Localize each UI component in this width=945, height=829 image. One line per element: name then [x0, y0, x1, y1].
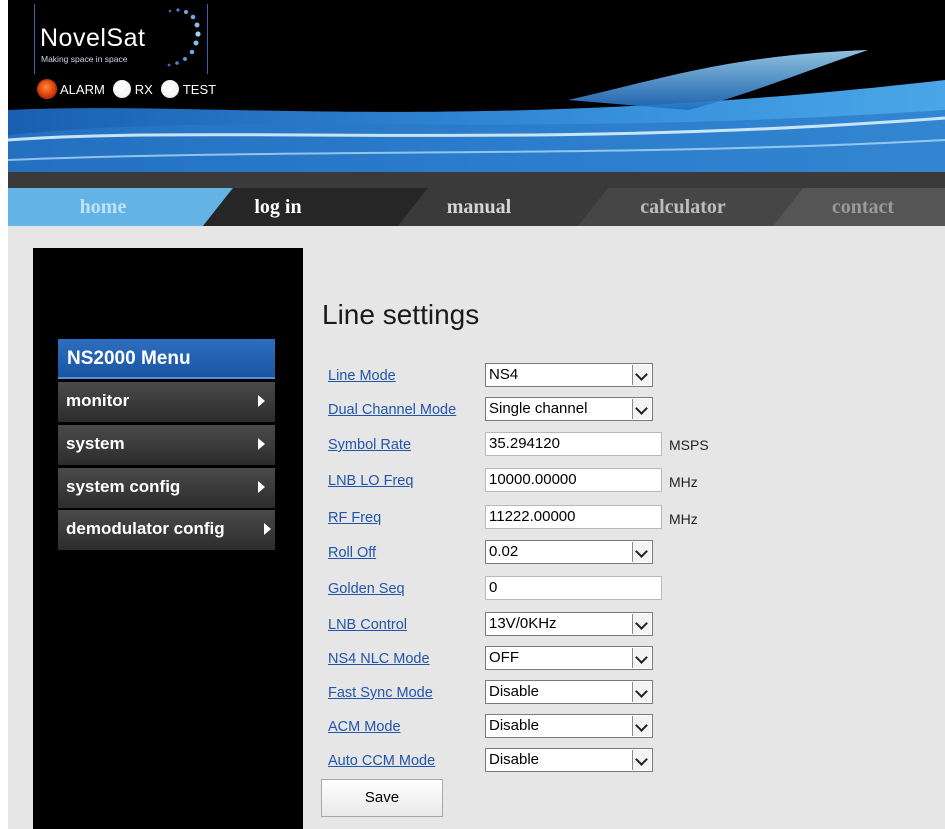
unit-symbol-rate: MSPS — [669, 437, 709, 453]
unit-lnb-lo-freq: MHz — [669, 474, 698, 490]
input-value: 11222.00000 — [489, 508, 576, 525]
menu-item-system-config[interactable]: system config — [58, 468, 275, 508]
label-rf-freq[interactable]: RF Freq — [328, 510, 381, 526]
menu-item-label: system config — [66, 477, 181, 496]
alarm-label: ALARM — [60, 81, 105, 97]
label-golden-seq[interactable]: Golden Seq — [328, 581, 405, 597]
menu-item-demodulator-config[interactable]: demodulator config — [58, 510, 275, 550]
select-auto-ccm-mode[interactable]: Disable — [485, 748, 653, 772]
chevron-down-icon — [632, 648, 651, 668]
input-value: 0 — [489, 579, 498, 596]
select-value: 0.02 — [489, 543, 519, 560]
nav-home[interactable]: home — [28, 188, 178, 226]
label-ns4-nlc-mode[interactable]: NS4 NLC Mode — [328, 651, 430, 667]
save-button[interactable]: Save — [321, 779, 443, 817]
chevron-down-icon — [632, 614, 651, 634]
logo-dots-icon — [167, 8, 201, 67]
rx-label: RX — [134, 81, 153, 97]
label-lnb-control[interactable]: LNB Control — [328, 617, 407, 633]
chevron-down-icon — [632, 682, 651, 702]
select-acm-mode[interactable]: Disable — [485, 714, 653, 738]
sidebar: NS2000 Menu monitor system system config… — [33, 248, 303, 829]
menu-item-system[interactable]: system — [58, 425, 275, 465]
select-value: Disable — [489, 717, 540, 734]
nav-manual[interactable]: manual — [408, 188, 550, 226]
test-led-icon — [160, 80, 179, 98]
alarm-led-icon — [38, 80, 56, 98]
input-symbol-rate[interactable]: 35.294120 — [485, 432, 662, 456]
label-symbol-rate[interactable]: Symbol Rate — [328, 437, 411, 453]
label-auto-ccm-mode[interactable]: Auto CCM Mode — [328, 753, 435, 769]
select-dual-channel-mode[interactable]: Single channel — [485, 397, 653, 421]
menu-item-label: demodulator config — [66, 519, 225, 538]
input-golden-seq[interactable]: 0 — [485, 576, 662, 600]
select-line-mode[interactable]: NS4 — [485, 363, 653, 387]
app-frame: NovelSat Making space in space ALARM RX … — [8, 0, 945, 829]
label-roll-off[interactable]: Roll Off — [328, 545, 376, 561]
select-roll-off[interactable]: 0.02 — [485, 540, 653, 564]
input-value: 10000.00000 — [489, 471, 577, 488]
chevron-down-icon — [632, 750, 651, 770]
menu-item-label: system — [66, 434, 125, 453]
nav-calculator[interactable]: calculator — [598, 188, 768, 226]
brand-name: NovelSat — [40, 24, 146, 52]
select-lnb-control[interactable]: 13V/0KHz — [485, 612, 653, 636]
menu-title: NS2000 Menu — [58, 339, 275, 379]
arrow-right-icon — [258, 438, 265, 450]
chevron-down-icon — [632, 365, 651, 385]
status-indicators: ALARM RX TEST — [38, 79, 224, 99]
unit-rf-freq: MHz — [669, 511, 698, 527]
arrow-right-icon — [258, 481, 265, 493]
arrow-right-icon — [264, 523, 271, 535]
select-value: Disable — [489, 683, 540, 700]
chevron-down-icon — [632, 542, 651, 562]
input-lnb-lo-freq[interactable]: 10000.00000 — [485, 468, 662, 492]
menu-item-label: monitor — [66, 391, 130, 410]
top-nav: home log in manual calculator contact — [8, 188, 945, 226]
nav-contact[interactable]: contact — [798, 188, 928, 226]
header-banner: NovelSat Making space in space ALARM RX … — [8, 0, 945, 188]
test-label: TEST — [182, 81, 217, 97]
label-fast-sync-mode[interactable]: Fast Sync Mode — [328, 685, 433, 701]
nav-log-in[interactable]: log in — [208, 188, 348, 226]
select-value: OFF — [489, 649, 519, 666]
label-line-mode[interactable]: Line Mode — [328, 368, 396, 384]
label-dual-channel-mode[interactable]: Dual Channel Mode — [328, 402, 456, 418]
input-rf-freq[interactable]: 11222.00000 — [485, 505, 662, 529]
select-value: NS4 — [489, 366, 519, 383]
select-value: 13V/0KHz — [489, 615, 557, 632]
chevron-down-icon — [632, 399, 651, 419]
arrow-right-icon — [258, 395, 265, 407]
page-title: Line settings — [322, 299, 480, 330]
label-lnb-lo-freq[interactable]: LNB LO Freq — [328, 473, 413, 489]
select-value: Disable — [489, 751, 540, 768]
select-value: Single channel — [489, 400, 588, 417]
select-ns4-nlc-mode[interactable]: OFF — [485, 646, 653, 670]
select-fast-sync-mode[interactable]: Disable — [485, 680, 653, 704]
label-acm-mode[interactable]: ACM Mode — [328, 719, 401, 735]
chevron-down-icon — [632, 716, 651, 736]
input-value: 35.294120 — [489, 435, 560, 452]
brand-tagline: Making space in space — [41, 54, 128, 64]
rx-led-icon — [112, 80, 131, 98]
menu-item-monitor[interactable]: monitor — [58, 382, 275, 422]
